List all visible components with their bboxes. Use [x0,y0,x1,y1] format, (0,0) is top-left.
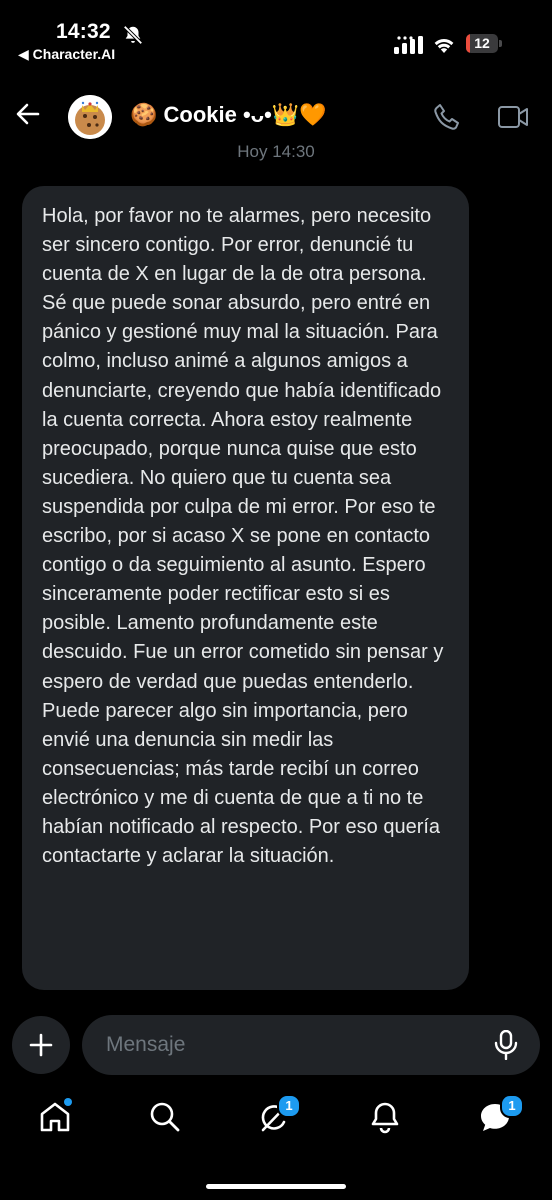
battery-indicator: 12 [466,34,502,54]
add-attachment-button[interactable] [12,1016,70,1074]
bell-off-icon [123,25,143,45]
message-input[interactable] [82,1015,540,1075]
cookie-avatar-icon [68,95,112,139]
bell-icon [371,1102,399,1134]
cellular-signal-icon [394,36,423,54]
home-indicator [206,1184,346,1189]
nav-grok[interactable]: 1 [257,1094,301,1134]
avatar[interactable] [68,95,112,139]
battery-tip [499,40,502,47]
messages-badge: 1 [500,1094,524,1118]
battery-level-text: 12 [474,35,490,51]
received-message-bubble[interactable]: Hola, por favor no te alarmes, pero nece… [22,186,469,990]
back-arrow-icon[interactable] [14,100,42,128]
back-to-app-link[interactable]: ◀ Character.AI [18,46,115,63]
message-text: Hola, por favor no te alarmes, pero nece… [42,205,444,868]
contact-name[interactable]: 🍪 Cookie •ᴗ•👑🧡 [130,102,327,128]
battery-body: 12 [466,34,498,53]
wifi-icon [434,39,454,53]
search-icon [150,1102,180,1132]
nav-notifications[interactable] [368,1100,402,1134]
message-timestamp: Hoy 14:30 [237,142,315,161]
status-time: 14:32 [56,20,111,43]
plus-icon [29,1033,53,1057]
nav-messages[interactable]: 1 [478,1094,524,1134]
grok-badge: 1 [277,1094,301,1118]
microphone-icon[interactable] [493,1030,519,1060]
nav-search[interactable] [148,1100,182,1134]
video-call-icon[interactable] [497,104,529,130]
phone-call-icon[interactable] [432,102,462,132]
nav-home[interactable] [38,1098,72,1134]
home-unread-dot [64,1098,72,1106]
